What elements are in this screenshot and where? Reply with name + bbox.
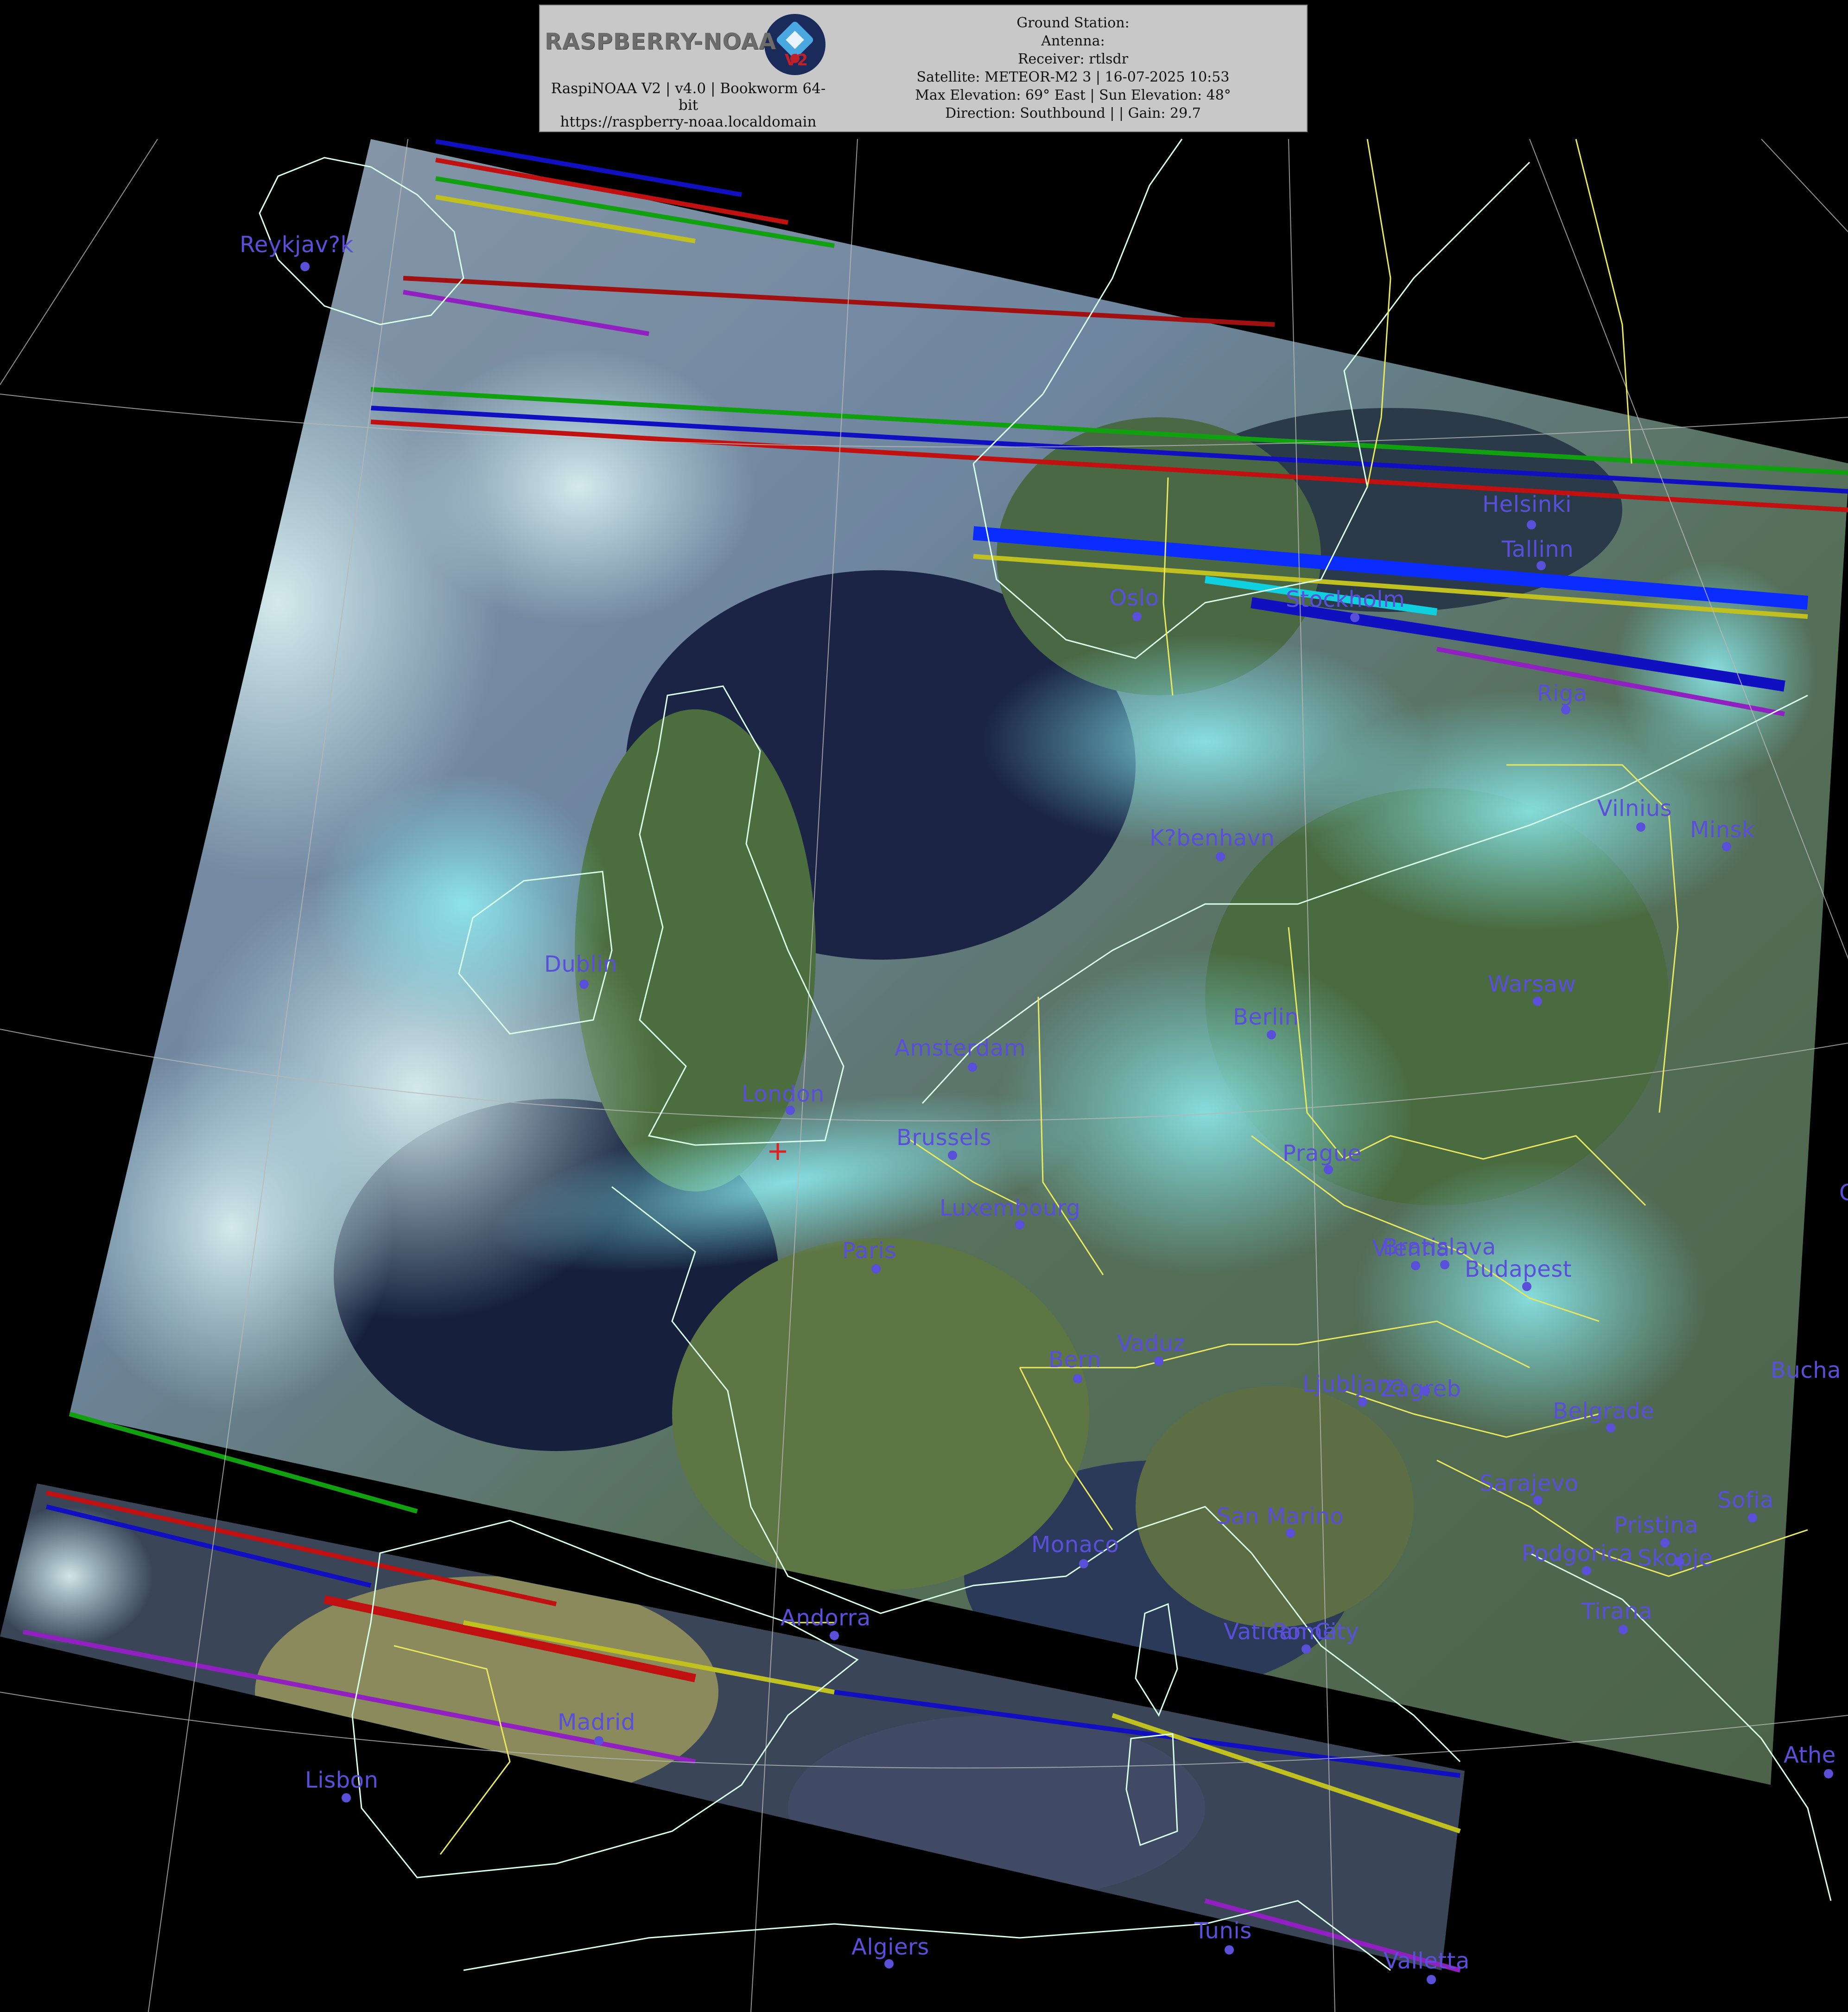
city-dot xyxy=(1350,613,1359,622)
city-label: Belgrade xyxy=(1553,1398,1655,1424)
city-dot xyxy=(579,980,589,989)
city-label: Warsaw xyxy=(1488,971,1576,997)
city-dot xyxy=(1132,612,1142,621)
logo-version: V2 xyxy=(785,51,808,70)
city-label: Prague xyxy=(1283,1140,1362,1166)
station-line: RaspiNOAA V2 | v4.0 | Bookworm 64- xyxy=(551,80,826,97)
elevation-label: Max Elevation: 69° East | Sun Elevation:… xyxy=(915,87,1231,103)
city-dot xyxy=(342,1793,351,1802)
city-label: Algiers xyxy=(851,1934,929,1960)
city-label: Podgorica xyxy=(1522,1541,1633,1566)
city-dot xyxy=(884,1959,894,1968)
satellite-label: Satellite: METEOR-M2 3 | 16-07-2025 10:5… xyxy=(916,69,1230,85)
receiver-label: Receiver: rtlsdr xyxy=(1017,51,1129,67)
station-url: https://raspberry-noaa.localdomain xyxy=(560,114,817,130)
logo-text: RASPBERRY-NOAA xyxy=(545,29,777,55)
city-label: Riga xyxy=(1537,681,1588,707)
city-dot xyxy=(1748,1513,1757,1522)
city-label: Pristina xyxy=(1614,1512,1699,1538)
city-dot xyxy=(594,1736,603,1745)
city-label: Andorra xyxy=(781,1605,871,1631)
city-label: Tirana xyxy=(1581,1598,1653,1624)
city-label: Madrid xyxy=(558,1709,635,1735)
city-dot xyxy=(1358,1397,1367,1407)
city-dot xyxy=(1533,997,1542,1006)
city-dot xyxy=(1440,1260,1449,1269)
city-dot xyxy=(1537,561,1546,570)
city-label: Budapest xyxy=(1465,1256,1572,1282)
city-dot xyxy=(1619,1625,1628,1634)
satellite-map xyxy=(0,139,1848,2012)
city-label: Rome xyxy=(1272,1619,1337,1645)
city-dot xyxy=(968,1063,977,1072)
city-dot xyxy=(786,1106,795,1115)
city-dot xyxy=(1324,1165,1333,1174)
city-label: Valletta xyxy=(1384,1948,1470,1974)
city-label: Helsinki xyxy=(1482,491,1572,517)
city-dot xyxy=(1522,1282,1531,1291)
direction-label: Direction: Southbound | | Gain: 29.7 xyxy=(945,105,1201,121)
city-dot xyxy=(300,262,310,271)
city-dot xyxy=(1636,822,1645,832)
antenna-label: Antenna: xyxy=(1041,33,1105,49)
city-label: Minsk xyxy=(1690,817,1755,843)
city-dot xyxy=(871,1264,881,1273)
city-dot xyxy=(1582,1566,1591,1575)
city-dot xyxy=(948,1151,957,1160)
city-label: Sofia xyxy=(1717,1487,1774,1513)
city-label: Luxembourg xyxy=(940,1195,1081,1221)
city-label: Bern xyxy=(1048,1347,1101,1373)
city-label: Vaduz xyxy=(1117,1331,1186,1356)
pass-info-panel: RASPBERRY-NOAA V2 RaspiNOAA V2 | v4.0 | … xyxy=(539,5,1308,132)
city-label: Amsterdam xyxy=(895,1035,1026,1061)
station-line-wrap: bit xyxy=(678,97,699,114)
city-label: Lisbon xyxy=(305,1767,379,1793)
city-label: Vilnius xyxy=(1597,796,1672,821)
city-label: Bucha xyxy=(1771,1357,1842,1383)
city-label: Berlin xyxy=(1233,1004,1299,1030)
city-label: Paris xyxy=(842,1238,896,1264)
city-dot xyxy=(1286,1528,1295,1538)
city-label: Sarajevo xyxy=(1480,1471,1579,1496)
city-dot xyxy=(1527,520,1536,529)
city-dot xyxy=(1606,1423,1615,1433)
city-dot xyxy=(1533,1496,1543,1505)
satellite-swath xyxy=(70,139,1848,1785)
city-label: San Marino xyxy=(1217,1503,1344,1529)
city-label: Tallinn xyxy=(1502,536,1574,562)
city-dot xyxy=(830,1631,839,1640)
city-dot xyxy=(1015,1220,1024,1229)
city-label: Stockholm xyxy=(1286,586,1405,612)
city-dot xyxy=(1675,1557,1684,1566)
city-label: Athe xyxy=(1784,1742,1836,1768)
city-label: Dublin xyxy=(544,951,617,977)
city-dot xyxy=(1216,852,1225,861)
city-label: Tunis xyxy=(1194,1918,1252,1944)
city-label: Brussels xyxy=(896,1125,991,1151)
city-dot xyxy=(1073,1374,1082,1383)
city-dot xyxy=(1154,1356,1163,1366)
ground-station-label: Ground Station: xyxy=(1016,15,1130,31)
city-dot xyxy=(1722,842,1731,851)
city-dot xyxy=(1079,1559,1088,1568)
logo-block: RASPBERRY-NOAA V2 RaspiNOAA V2 | v4.0 | … xyxy=(540,6,837,133)
city-label: Oslo xyxy=(1109,585,1159,611)
city-label: London xyxy=(742,1081,825,1107)
city-label: Reykjav?k xyxy=(240,232,354,258)
pass-details: Ground Station: Antenna: Receiver: rtlsd… xyxy=(841,14,1305,122)
city-dot xyxy=(1225,1945,1234,1955)
city-dot xyxy=(1267,1030,1276,1039)
city-label: K?benhavn xyxy=(1149,825,1275,851)
city-label: Monaco xyxy=(1031,1532,1119,1558)
city-dot xyxy=(1302,1644,1311,1654)
city-label: C xyxy=(1839,1180,1848,1206)
city-dot xyxy=(1561,705,1570,714)
city-dot xyxy=(1824,1769,1833,1778)
city-dot xyxy=(1421,1386,1430,1395)
city-dot xyxy=(1411,1261,1420,1270)
city-dot xyxy=(1427,1975,1436,1984)
